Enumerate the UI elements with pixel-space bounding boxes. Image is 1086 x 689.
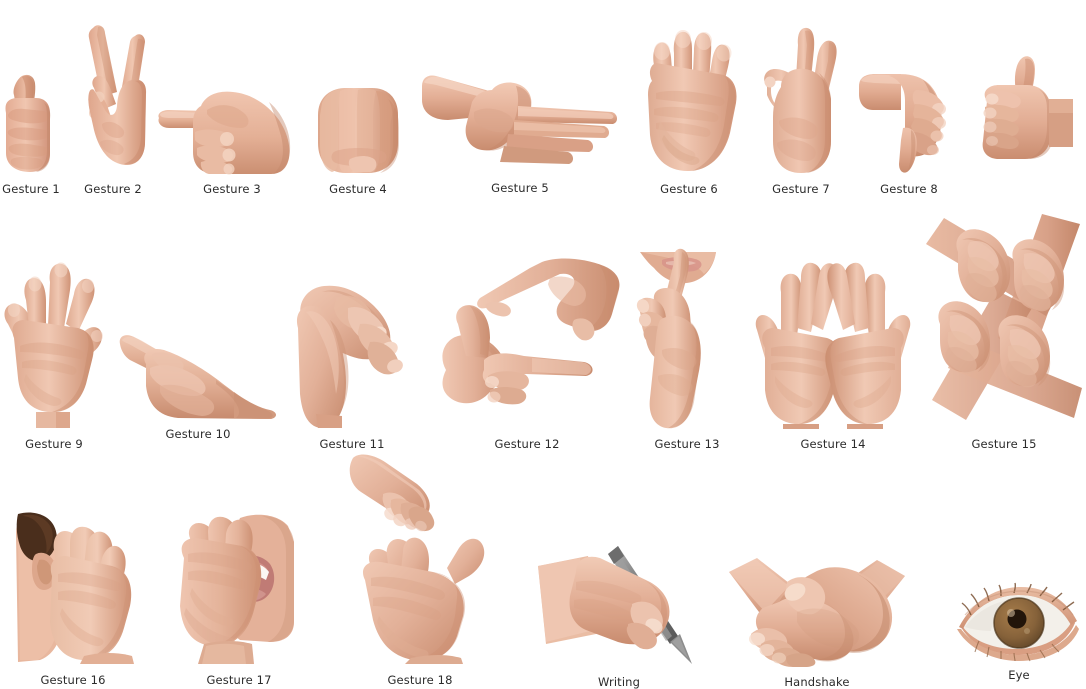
human-eye-icon bbox=[957, 582, 1081, 662]
gesture-caption: Gesture 17 bbox=[206, 673, 272, 687]
gesture-caption: Gesture 5 bbox=[491, 181, 549, 195]
gesture-caption: Gesture 12 bbox=[494, 437, 560, 451]
thumbs-up-front-icon bbox=[0, 55, 62, 175]
gesture-cell: Gesture 5 bbox=[418, 72, 622, 195]
gesture-cell: Gesture 13 bbox=[632, 248, 742, 451]
open-palm-stop-icon bbox=[634, 25, 744, 175]
gesture-cell: Gesture 10 bbox=[116, 330, 280, 441]
gesture-cell: Gesture 4 bbox=[312, 85, 404, 196]
four-hands-teamwork-icon bbox=[922, 212, 1086, 430]
two-open-palms-cupped-icon bbox=[753, 262, 913, 430]
gesture-caption: Gesture 14 bbox=[800, 437, 866, 451]
gesture-cell: Eye bbox=[957, 582, 1081, 682]
shush-finger-lips-icon bbox=[632, 248, 742, 430]
gesture-cell: Gesture 18 bbox=[333, 452, 507, 687]
thumbs-up-side-icon bbox=[963, 55, 1075, 173]
gesture-caption: Gesture 10 bbox=[165, 427, 231, 441]
cupped-hand-offering-icon bbox=[116, 330, 280, 420]
gesture-cell: Gesture 1 bbox=[0, 55, 62, 196]
ok-sign-icon bbox=[753, 25, 849, 175]
thumbs-down-side-icon bbox=[857, 70, 961, 175]
gesture-cell: Gesture 6 bbox=[634, 25, 744, 196]
gesture-caption: Gesture 1 bbox=[2, 182, 60, 196]
hand-to-mouth-shouting-icon bbox=[170, 512, 308, 666]
gesture-cell: Handshake bbox=[727, 542, 907, 689]
gesture-caption: Eye bbox=[1008, 668, 1030, 682]
gesture-cell: Gesture 17 bbox=[170, 512, 308, 687]
gesture-sheet: Gesture 1 Gesture 2 Gesture 3 Gesture 4 … bbox=[0, 0, 1086, 689]
gesture-caption: Gesture 15 bbox=[971, 437, 1037, 451]
camera-frame-hands-icon bbox=[432, 258, 622, 430]
gesture-caption: Gesture 2 bbox=[84, 182, 142, 196]
gesture-caption: Gesture 13 bbox=[654, 437, 720, 451]
gesture-caption: Gesture 7 bbox=[772, 182, 830, 196]
gesture-caption: Gesture 6 bbox=[660, 182, 718, 196]
gesture-cell: Gesture 14 bbox=[753, 262, 913, 451]
two-hands-reaching-icon bbox=[333, 452, 507, 666]
gesture-cell: Gesture 2 bbox=[72, 20, 154, 196]
hand-writing-pen-icon bbox=[532, 538, 706, 668]
handshake-icon bbox=[727, 542, 907, 668]
closed-fist-icon bbox=[312, 85, 404, 175]
gesture-caption: Gesture 3 bbox=[203, 182, 261, 196]
spread-fingers-palm-icon bbox=[0, 258, 108, 430]
gesture-cell: Gesture 7 bbox=[753, 25, 849, 196]
gesture-caption: Gesture 11 bbox=[319, 437, 385, 451]
pointing-finger-left-icon bbox=[157, 88, 307, 175]
gesture-caption: Gesture 18 bbox=[387, 673, 453, 687]
clasped-hands-icon bbox=[292, 276, 412, 430]
hand-to-ear-listening-icon bbox=[6, 510, 140, 666]
gesture-cell: Gesture 15 bbox=[922, 212, 1086, 451]
gesture-cell: Gesture 8 bbox=[857, 70, 961, 196]
victory-peace-sign-icon bbox=[72, 20, 154, 175]
gesture-caption: Gesture 16 bbox=[40, 673, 106, 687]
gesture-cell: Gesture 3 bbox=[157, 88, 307, 196]
gesture-caption: Gesture 8 bbox=[880, 182, 938, 196]
gesture-cell: Gesture 11 bbox=[292, 276, 412, 451]
gesture-cell: Gesture 9 bbox=[0, 258, 108, 451]
gesture-cell: Gesture 12 bbox=[432, 258, 622, 451]
gesture-cell bbox=[963, 55, 1075, 182]
gesture-cell: Gesture 16 bbox=[6, 510, 140, 687]
gesture-caption: Gesture 9 bbox=[25, 437, 83, 451]
gesture-cell: Writing bbox=[532, 538, 706, 689]
gesture-caption: Gesture 4 bbox=[329, 182, 387, 196]
flat-hand-downward-icon bbox=[418, 72, 622, 174]
